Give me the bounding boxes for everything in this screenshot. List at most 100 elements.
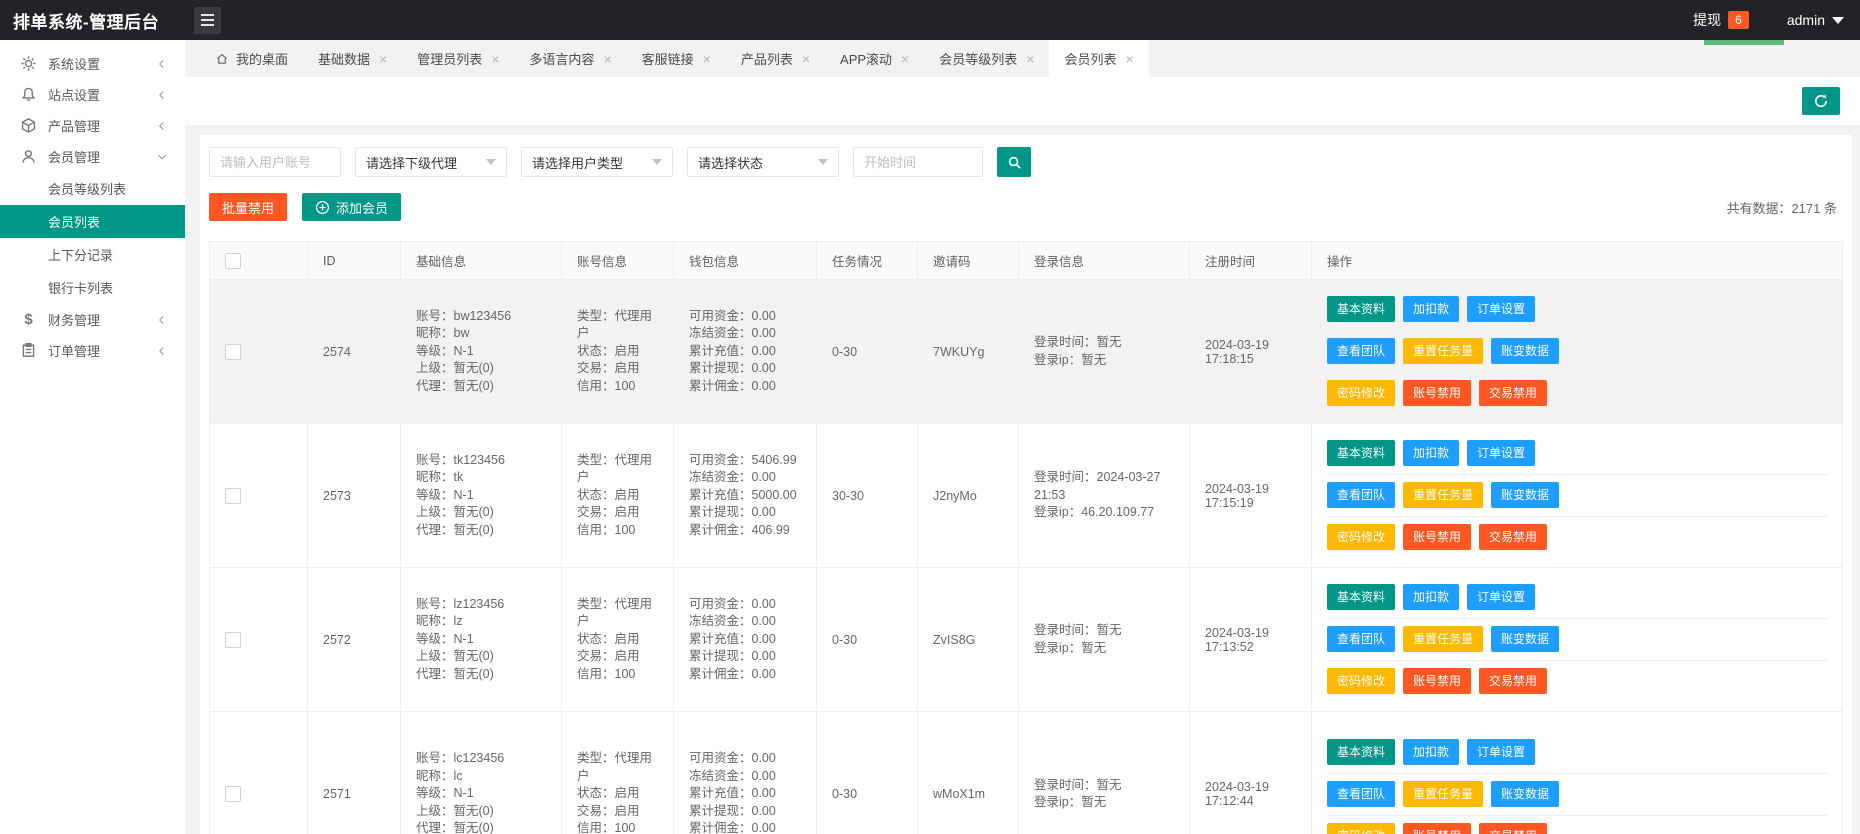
action-button-密码修改[interactable]: 密码修改 — [1327, 668, 1395, 694]
action-button-交易禁用[interactable]: 交易禁用 — [1479, 823, 1547, 834]
action-button-订单设置[interactable]: 订单设置 — [1467, 440, 1535, 466]
sidebar-subitem-label: 上下分记录 — [48, 245, 113, 264]
row-checkbox[interactable] — [225, 488, 241, 504]
sidebar-subitem-银行卡列表[interactable]: 银行卡列表 — [0, 271, 185, 304]
add-member-button[interactable]: 添加会员 — [302, 193, 401, 221]
sidebar-subitem-上下分记录[interactable]: 上下分记录 — [0, 238, 185, 271]
action-button-查看团队[interactable]: 查看团队 — [1327, 781, 1395, 807]
tab-APP滚动[interactable]: APP滚动× — [825, 40, 924, 77]
sidebar-item-5[interactable]: 订单管理 — [0, 335, 185, 366]
close-icon[interactable]: × — [703, 52, 711, 66]
agent-select[interactable]: 请选择下级代理 — [355, 147, 507, 177]
tab-会员等级列表[interactable]: 会员等级列表× — [924, 40, 1049, 77]
action-button-查看团队[interactable]: 查看团队 — [1327, 338, 1395, 364]
action-button-交易禁用[interactable]: 交易禁用 — [1479, 524, 1547, 550]
action-button-订单设置[interactable]: 订单设置 — [1467, 296, 1535, 322]
wallet-info-cell: 可用资金：0.00冻结资金：0.00累计充值：0.00累计提现：0.00累计佣金… — [674, 568, 817, 712]
tab-管理员列表[interactable]: 管理员列表× — [402, 40, 514, 77]
action-button-基本资料[interactable]: 基本资料 — [1327, 739, 1395, 765]
tab-我的桌面[interactable]: 我的桌面 — [200, 40, 303, 77]
search-button[interactable] — [997, 147, 1031, 177]
sidebar-item-2[interactable]: 产品管理 — [0, 110, 185, 141]
sidebar-item-3[interactable]: 会员管理 — [0, 141, 185, 172]
action-button-账变数据[interactable]: 账变数据 — [1491, 781, 1559, 807]
refresh-button[interactable] — [1802, 87, 1840, 115]
account-info-cell-line: 信用：100 — [577, 378, 658, 396]
action-button-基本资料[interactable]: 基本资料 — [1327, 584, 1395, 610]
user-menu[interactable]: admin — [1787, 12, 1844, 28]
basic-info-cell-line: 等级：N-1 — [416, 487, 546, 505]
action-button-账变数据[interactable]: 账变数据 — [1491, 482, 1559, 508]
action-button-基本资料[interactable]: 基本资料 — [1327, 296, 1395, 322]
tab-客服链接[interactable]: 客服链接× — [627, 40, 726, 77]
basic-info-cell-line: 昵称：tk — [416, 469, 546, 487]
column-header-钱包信息: 钱包信息 — [674, 242, 817, 280]
action-button-账号禁用[interactable]: 账号禁用 — [1403, 380, 1471, 406]
close-icon[interactable]: × — [802, 52, 810, 66]
action-button-账号禁用[interactable]: 账号禁用 — [1403, 823, 1471, 834]
sidebar-item-1[interactable]: 站点设置 — [0, 79, 185, 110]
account-info-cell-line: 交易：启用 — [577, 360, 658, 378]
sidebar-subitem-会员等级列表[interactable]: 会员等级列表 — [0, 172, 185, 205]
tab-多语言内容[interactable]: 多语言内容× — [514, 40, 626, 77]
user-type-select[interactable]: 请选择用户类型 — [521, 147, 673, 177]
row-checkbox[interactable] — [225, 344, 241, 360]
basic-info-cell-line: 等级：N-1 — [416, 631, 546, 649]
sidebar-subitem-会员列表[interactable]: 会员列表 — [0, 205, 185, 238]
status-select[interactable]: 请选择状态 — [687, 147, 839, 177]
account-search-input[interactable] — [209, 147, 341, 177]
toolbar-band — [185, 77, 1860, 125]
withdraw-link[interactable]: 提现 6 — [1693, 10, 1749, 30]
action-button-交易禁用[interactable]: 交易禁用 — [1479, 668, 1547, 694]
wallet-info-cell-line: 累计提现：0.00 — [689, 648, 801, 666]
table-row: 2572账号：lz123456昵称：lz等级：N-1上级：暂无(0)代理：暂无(… — [210, 568, 1843, 712]
action-button-账变数据[interactable]: 账变数据 — [1491, 338, 1559, 364]
action-button-密码修改[interactable]: 密码修改 — [1327, 380, 1395, 406]
close-icon[interactable]: × — [1026, 52, 1034, 66]
member-id-cell: 2573 — [308, 424, 401, 568]
action-button-加扣款[interactable]: 加扣款 — [1403, 584, 1459, 610]
action-button-加扣款[interactable]: 加扣款 — [1403, 739, 1459, 765]
tab-产品列表[interactable]: 产品列表× — [726, 40, 825, 77]
action-button-row: 密码修改账号禁用交易禁用 — [1327, 517, 1827, 558]
account-info-cell-line: 类型：代理用户 — [577, 750, 658, 785]
action-button-密码修改[interactable]: 密码修改 — [1327, 823, 1395, 834]
wallet-info-cell-line: 累计充值：0.00 — [689, 631, 801, 649]
hamburger-menu-icon[interactable] — [194, 7, 221, 34]
wallet-info-cell-line: 累计佣金：0.00 — [689, 378, 801, 396]
sidebar-item-4[interactable]: $财务管理 — [0, 304, 185, 335]
action-button-订单设置[interactable]: 订单设置 — [1467, 584, 1535, 610]
action-button-row: 查看团队重置任务量账变数据 — [1327, 475, 1827, 517]
start-time-input[interactable] — [853, 147, 983, 177]
action-button-查看团队[interactable]: 查看团队 — [1327, 482, 1395, 508]
action-button-账变数据[interactable]: 账变数据 — [1491, 626, 1559, 652]
close-icon[interactable]: × — [491, 52, 499, 66]
row-checkbox[interactable] — [225, 632, 241, 648]
column-header-操作: 操作 — [1312, 242, 1843, 280]
action-button-查看团队[interactable]: 查看团队 — [1327, 626, 1395, 652]
select-all-checkbox[interactable] — [225, 253, 241, 269]
action-button-账号禁用[interactable]: 账号禁用 — [1403, 524, 1471, 550]
sidebar-item-0[interactable]: 系统设置 — [0, 48, 185, 79]
basic-info-cell-line: 代理：暂无(0) — [416, 378, 546, 396]
action-button-重置任务量[interactable]: 重置任务量 — [1403, 626, 1483, 652]
action-button-重置任务量[interactable]: 重置任务量 — [1403, 482, 1483, 508]
row-checkbox[interactable] — [225, 786, 241, 802]
action-button-密码修改[interactable]: 密码修改 — [1327, 524, 1395, 550]
action-button-订单设置[interactable]: 订单设置 — [1467, 739, 1535, 765]
batch-disable-button[interactable]: 批量禁用 — [209, 193, 287, 221]
close-icon[interactable]: × — [379, 52, 387, 66]
action-button-重置任务量[interactable]: 重置任务量 — [1403, 781, 1483, 807]
close-icon[interactable]: × — [1125, 52, 1133, 66]
action-button-基本资料[interactable]: 基本资料 — [1327, 440, 1395, 466]
tab-会员列表[interactable]: 会员列表× — [1049, 40, 1148, 77]
action-button-加扣款[interactable]: 加扣款 — [1403, 440, 1459, 466]
action-button-交易禁用[interactable]: 交易禁用 — [1479, 380, 1547, 406]
sidebar-subitem-label: 银行卡列表 — [48, 278, 113, 297]
action-button-加扣款[interactable]: 加扣款 — [1403, 296, 1459, 322]
tab-基础数据[interactable]: 基础数据× — [303, 40, 402, 77]
close-icon[interactable]: × — [603, 52, 611, 66]
action-button-账号禁用[interactable]: 账号禁用 — [1403, 668, 1471, 694]
close-icon[interactable]: × — [901, 52, 909, 66]
action-button-重置任务量[interactable]: 重置任务量 — [1403, 338, 1483, 364]
